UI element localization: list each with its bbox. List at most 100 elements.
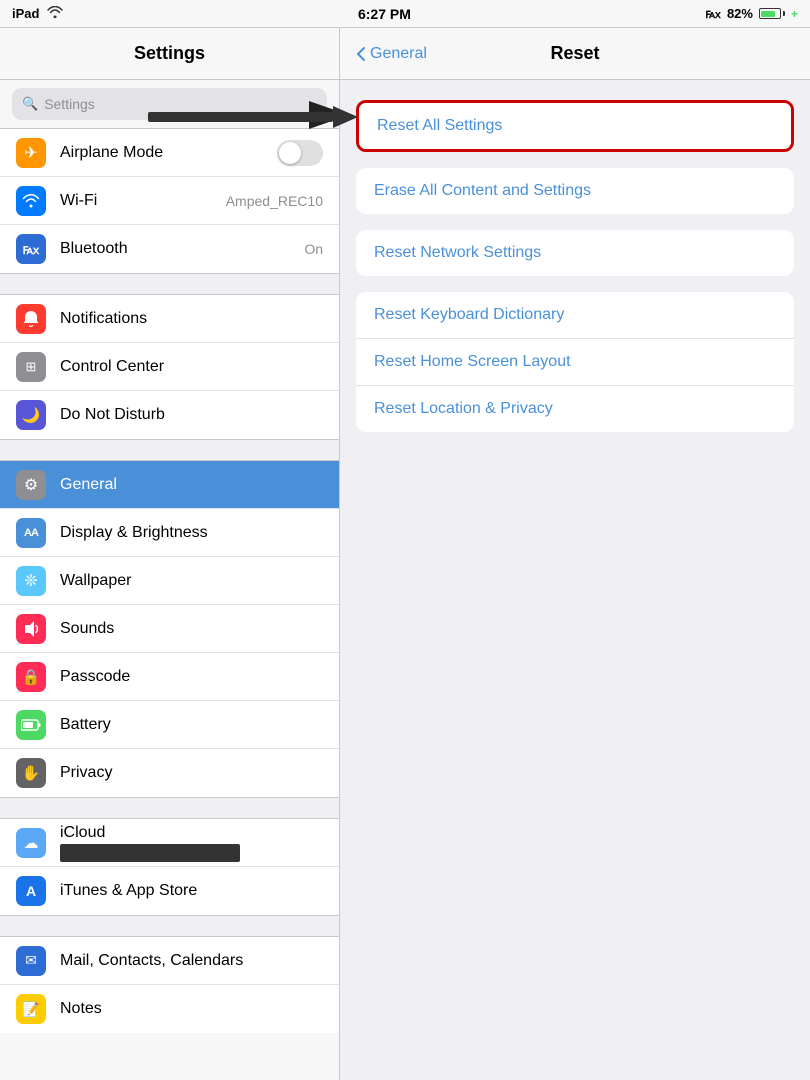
reset-network-label: Reset Network Settings bbox=[374, 244, 541, 262]
search-container[interactable]: 🔍 Settings bbox=[0, 80, 339, 129]
reset-network-button[interactable]: Reset Network Settings bbox=[356, 230, 794, 276]
erase-all-button[interactable]: Erase All Content and Settings bbox=[356, 168, 794, 214]
airplane-mode-icon: ✈ bbox=[16, 138, 46, 168]
app-container: Settings 🔍 Settings ✈ Airplane Mode bbox=[0, 28, 810, 1080]
control-center-icon: ⊞ bbox=[16, 352, 46, 382]
reset-keyboard-button[interactable]: Reset Keyboard Dictionary bbox=[356, 292, 794, 339]
section-display: ⚙ General AA Display & Brightness ❊ Wall… bbox=[0, 461, 339, 797]
icloud-label: iCloud bbox=[60, 824, 323, 842]
do-not-disturb-label: Do Not Disturb bbox=[60, 406, 323, 424]
divider-3 bbox=[0, 797, 339, 819]
battery-percent: 82% bbox=[727, 6, 753, 21]
section-apps: ✉ Mail, Contacts, Calendars 📝 Notes bbox=[0, 937, 339, 1033]
reset-keyboard-label: Reset Keyboard Dictionary bbox=[374, 306, 564, 324]
notes-icon: 📝 bbox=[16, 994, 46, 1024]
sidebar-item-general[interactable]: ⚙ General bbox=[0, 461, 339, 509]
reset-homescreen-button[interactable]: Reset Home Screen Layout bbox=[356, 339, 794, 386]
battery-icon bbox=[759, 8, 785, 19]
sidebar-item-do-not-disturb[interactable]: 🌙 Do Not Disturb bbox=[0, 391, 339, 439]
airplane-mode-label: Airplane Mode bbox=[60, 144, 263, 162]
sidebar-item-control-center[interactable]: ⊞ Control Center bbox=[0, 343, 339, 391]
section-accounts: ☁ iCloud A iTunes & App Store bbox=[0, 819, 339, 915]
reset-group-card: Reset Keyboard Dictionary Reset Home Scr… bbox=[356, 292, 794, 432]
reset-location-label: Reset Location & Privacy bbox=[374, 400, 553, 418]
wifi-icon bbox=[47, 6, 63, 21]
sidebar-item-wifi[interactable]: Wi-Fi Amped_REC10 bbox=[0, 177, 339, 225]
bluetooth-label: Bluetooth bbox=[60, 240, 290, 258]
wallpaper-icon: ❊ bbox=[16, 566, 46, 596]
sidebar-item-notes[interactable]: 📝 Notes bbox=[0, 985, 339, 1033]
display-icon: AA bbox=[16, 518, 46, 548]
sidebar-item-icloud[interactable]: ☁ iCloud bbox=[0, 819, 339, 867]
icloud-icon: ☁ bbox=[16, 828, 46, 858]
charging-icon: + bbox=[791, 7, 798, 21]
battery-icon bbox=[16, 710, 46, 740]
passcode-icon: 🔒 bbox=[16, 662, 46, 692]
section-alerts: Notifications ⊞ Control Center 🌙 Do Not … bbox=[0, 295, 339, 439]
sidebar-item-airplane-mode[interactable]: ✈ Airplane Mode bbox=[0, 129, 339, 177]
general-icon: ⚙ bbox=[16, 470, 46, 500]
erase-all-card: Erase All Content and Settings bbox=[356, 168, 794, 214]
main-panel: General Reset Reset All Settings bbox=[340, 28, 810, 1080]
sidebar-header: Settings bbox=[0, 28, 339, 80]
itunes-label: iTunes & App Store bbox=[60, 882, 323, 900]
mail-icon: ✉ bbox=[16, 946, 46, 976]
sidebar-item-sounds[interactable]: Sounds bbox=[0, 605, 339, 653]
sidebar-item-passcode[interactable]: 🔒 Passcode bbox=[0, 653, 339, 701]
airplane-mode-toggle[interactable] bbox=[277, 140, 323, 166]
notifications-label: Notifications bbox=[60, 310, 323, 328]
sidebar-title: Settings bbox=[134, 43, 205, 64]
nav-title: Reset bbox=[550, 43, 599, 64]
reset-network-card: Reset Network Settings bbox=[356, 230, 794, 276]
control-center-label: Control Center bbox=[60, 358, 323, 376]
sidebar: Settings 🔍 Settings ✈ Airplane Mode bbox=[0, 28, 340, 1080]
privacy-icon: ✋ bbox=[16, 758, 46, 788]
reset-all-settings-label: Reset All Settings bbox=[377, 117, 502, 135]
section-connectivity: ✈ Airplane Mode Wi-Fi Am bbox=[0, 129, 339, 273]
sounds-icon bbox=[16, 614, 46, 644]
erase-all-label: Erase All Content and Settings bbox=[374, 182, 591, 200]
sidebar-item-mail[interactable]: ✉ Mail, Contacts, Calendars bbox=[0, 937, 339, 985]
bluetooth-icon: ℻ bbox=[705, 6, 721, 22]
wifi-value: Amped_REC10 bbox=[226, 193, 323, 209]
search-icon: 🔍 bbox=[22, 96, 38, 112]
wifi-label: Wi-Fi bbox=[60, 192, 212, 210]
status-right: ℻ 82% + bbox=[705, 6, 798, 22]
mail-label: Mail, Contacts, Calendars bbox=[60, 952, 323, 970]
do-not-disturb-icon: 🌙 bbox=[16, 400, 46, 430]
wallpaper-label: Wallpaper bbox=[60, 572, 323, 590]
status-bar: iPad 6:27 PM ℻ 82% + bbox=[0, 0, 810, 28]
reset-all-settings-card: Reset All Settings bbox=[356, 100, 794, 152]
icloud-label-group: iCloud bbox=[60, 824, 323, 862]
icloud-redaction bbox=[60, 844, 240, 862]
sidebar-item-notifications[interactable]: Notifications bbox=[0, 295, 339, 343]
sidebar-item-battery[interactable]: Battery bbox=[0, 701, 339, 749]
search-placeholder: Settings bbox=[44, 96, 95, 112]
search-box[interactable]: 🔍 Settings bbox=[12, 88, 327, 120]
battery-label: Battery bbox=[60, 716, 323, 734]
back-button[interactable]: General bbox=[356, 45, 427, 63]
passcode-label: Passcode bbox=[60, 668, 323, 686]
notes-label: Notes bbox=[60, 1000, 323, 1018]
sidebar-item-itunes[interactable]: A iTunes & App Store bbox=[0, 867, 339, 915]
sounds-label: Sounds bbox=[60, 620, 323, 638]
status-left: iPad bbox=[12, 6, 63, 21]
general-label: General bbox=[60, 476, 323, 494]
wifi-icon bbox=[16, 186, 46, 216]
sidebar-item-display[interactable]: AA Display & Brightness bbox=[0, 509, 339, 557]
nav-bar: General Reset bbox=[340, 28, 810, 80]
time-display: 6:27 PM bbox=[358, 6, 411, 22]
reset-all-settings-button[interactable]: Reset All Settings bbox=[359, 103, 791, 149]
notifications-icon bbox=[16, 304, 46, 334]
bluetooth-value: On bbox=[304, 241, 323, 257]
sidebar-item-wallpaper[interactable]: ❊ Wallpaper bbox=[0, 557, 339, 605]
sidebar-list: ✈ Airplane Mode Wi-Fi Am bbox=[0, 129, 339, 1080]
bluetooth-icon: ℻ bbox=[16, 234, 46, 264]
reset-location-button[interactable]: Reset Location & Privacy bbox=[356, 386, 794, 432]
reset-homescreen-label: Reset Home Screen Layout bbox=[374, 353, 571, 371]
sidebar-item-privacy[interactable]: ✋ Privacy bbox=[0, 749, 339, 797]
reset-content: Reset All Settings Erase All Content and… bbox=[340, 80, 810, 468]
itunes-icon: A bbox=[16, 876, 46, 906]
divider-2 bbox=[0, 439, 339, 461]
sidebar-item-bluetooth[interactable]: ℻ Bluetooth On bbox=[0, 225, 339, 273]
